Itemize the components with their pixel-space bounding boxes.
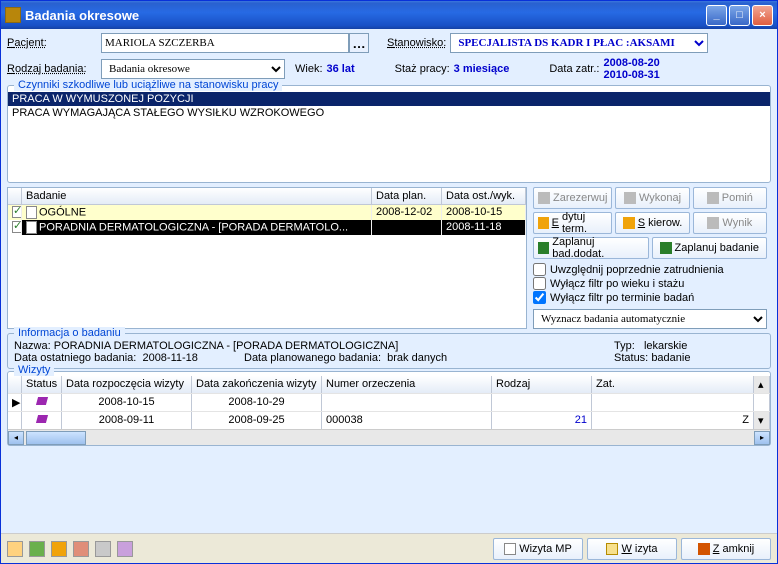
plan-exam-button[interactable]: Zaplanuj badanie [652, 237, 768, 259]
tool-icon-3[interactable] [51, 541, 67, 557]
maximize-button[interactable]: □ [729, 5, 750, 26]
tool-icon-6[interactable] [117, 541, 133, 557]
reserve-button[interactable]: Zarezerwuj [533, 187, 612, 209]
tool-icon-2[interactable] [29, 541, 45, 557]
exam-type-select[interactable]: Badania okresowe [101, 59, 285, 79]
row-checkbox[interactable] [12, 206, 22, 218]
exam-type-label: Rodzaj badania: [7, 63, 97, 75]
col-zat[interactable]: Zat. [592, 376, 754, 393]
titlebar[interactable]: Badania okresowe _ □ × [1, 1, 777, 29]
patient-browse-button[interactable]: … [349, 33, 369, 53]
col-last[interactable]: Data ost./wyk. [442, 188, 526, 204]
age-label: Wiek: [295, 63, 323, 75]
visits-group: Wizyty Status Data rozpoczęcia wizyty Da… [7, 371, 771, 446]
plan-extra-button[interactable]: Zaplanuj bad.dodat. [533, 237, 649, 259]
tool-icon-1[interactable] [7, 541, 23, 557]
referral-button[interactable]: Skierow. [615, 212, 689, 234]
emp-date-1: 2008-08-20 [603, 57, 659, 69]
tool-icon-4[interactable] [73, 541, 89, 557]
tenure-value: 3 miesiące [454, 63, 510, 75]
patient-input[interactable] [101, 33, 349, 53]
visit-row[interactable]: 2008-09-11 2008-09-25 000038 21 Z ▾ [8, 411, 770, 429]
factor-item[interactable]: PRACA WYMAGAJĄCA STAŁEGO WYSIŁKU WZROKOW… [8, 106, 770, 120]
close-app-button[interactable]: Zamknij [681, 538, 771, 560]
scroll-left[interactable]: ◂ [8, 431, 24, 445]
side-panel: Zarezerwuj Wykonaj Pomiń Edytuj term. Sk… [533, 187, 771, 329]
scroll-thumb[interactable] [26, 431, 86, 445]
col-status[interactable]: Status [22, 376, 62, 393]
col-num[interactable]: Numer orzeczenia [322, 376, 492, 393]
perform-button[interactable]: Wykonaj [615, 187, 689, 209]
visit-mp-button[interactable]: Wizyta MP [493, 538, 583, 560]
check-prev-emp[interactable]: Uwzględnij poprzednie zatrudnienia [533, 263, 771, 276]
col-marker[interactable] [8, 376, 22, 393]
tool-icon-5[interactable] [95, 541, 111, 557]
position-select[interactable]: SPECJALISTA DS KADR I PŁAC :AKSAMI [450, 33, 708, 53]
visit-row[interactable]: ▶ 2008-10-15 2008-10-29 [8, 393, 770, 411]
factors-legend: Czynniki szkodliwe lub uciążliwe na stan… [14, 79, 282, 91]
exam-row[interactable]: OGÓLNE 2008-12-02 2008-10-15 [8, 205, 526, 220]
emp-date-2: 2010-08-31 [603, 69, 659, 81]
result-button[interactable]: Wynik [693, 212, 767, 234]
visits-legend: Wizyty [14, 364, 54, 376]
doc-icon [26, 221, 37, 234]
tenure-label: Staż pracy: [395, 63, 450, 75]
check-age-tenure[interactable]: Wyłącz filtr po wieku i stażu [533, 277, 771, 290]
app-icon [5, 7, 21, 23]
content-area: Pacjent: … Stanowisko: SPECJALISTA DS KA… [1, 29, 777, 533]
auto-assign-select[interactable]: Wyznacz badania automatycznie [533, 309, 767, 329]
patient-label: Pacjent: [7, 37, 97, 49]
factor-item[interactable]: PRACA W WYMUSZONEJ POZYCJI [8, 92, 770, 106]
scroll-right[interactable]: ▸ [754, 431, 770, 445]
col-type[interactable]: Rodzaj [492, 376, 592, 393]
window: Badania okresowe _ □ × Pacjent: … Stanow… [0, 0, 778, 564]
exams-grid: Badanie Data plan. Data ost./wyk. OGÓLNE… [7, 187, 527, 329]
minimize-button[interactable]: _ [706, 5, 727, 26]
h-scrollbar[interactable]: ◂ ▸ [8, 429, 770, 445]
doc-icon [26, 206, 37, 219]
window-title: Badania okresowe [25, 8, 706, 23]
status-icon [35, 415, 47, 423]
emp-date-label: Data zatr.: [549, 63, 599, 75]
col-start[interactable]: Data rozpoczęcia wizyty [62, 376, 192, 393]
bottom-toolbar: Wizyta MP Wizyta Zamknij [1, 533, 777, 563]
edit-term-button[interactable]: Edytuj term. [533, 212, 612, 234]
close-button[interactable]: × [752, 5, 773, 26]
check-term[interactable]: Wyłącz filtr po terminie badań [533, 291, 771, 304]
exam-info-group: Informacja o badaniu Nazwa: PORADNIA DER… [7, 333, 771, 369]
skip-button[interactable]: Pomiń [693, 187, 767, 209]
status-icon [35, 397, 47, 405]
col-plan[interactable]: Data plan. [372, 188, 442, 204]
scroll-up[interactable]: ▴ [754, 376, 770, 393]
col-exam[interactable]: Badanie [22, 188, 372, 204]
col-check[interactable] [8, 188, 22, 204]
age-value: 36 lat [327, 63, 355, 75]
info-legend: Informacja o badaniu [14, 327, 125, 339]
row-checkbox[interactable] [12, 221, 22, 233]
factors-group: Czynniki szkodliwe lub uciążliwe na stan… [7, 85, 771, 183]
scroll-down[interactable]: ▾ [754, 412, 770, 429]
col-end[interactable]: Data zakończenia wizyty [192, 376, 322, 393]
exam-row[interactable]: PORADNIA DERMATOLOGICZNA - [PORADA DERMA… [8, 220, 526, 235]
visit-button[interactable]: Wizyta [587, 538, 677, 560]
position-label: Stanowisko: [387, 37, 446, 49]
